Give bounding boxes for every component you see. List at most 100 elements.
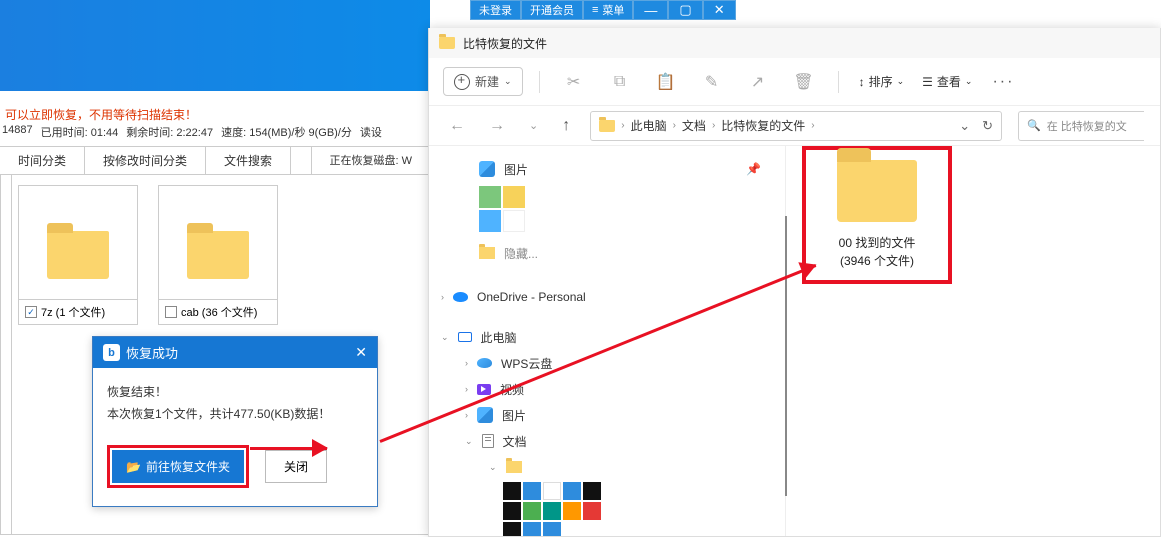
folder-icon — [187, 231, 249, 279]
explorer-titlebar: 比特恢复的文件 — [429, 28, 1160, 58]
goto-button-label: 前往恢复文件夹 — [146, 458, 230, 475]
refresh-icon[interactable]: ↻ — [982, 118, 993, 134]
dialog-title: 恢复成功 — [126, 343, 178, 362]
nav-label: 隐藏... — [504, 245, 538, 262]
nav-label: 图片 — [502, 407, 526, 424]
delete-icon[interactable]: 🗑 — [786, 64, 822, 100]
menu-label: 菜单 — [602, 2, 624, 18]
video-icon — [477, 384, 491, 395]
folder-icon — [439, 37, 455, 49]
nav-unnamed-folder[interactable]: ⌄ — [455, 454, 777, 480]
stat-scanned: 14887 — [2, 124, 33, 140]
nav-hidden-folder[interactable]: 隐藏... — [455, 240, 777, 266]
new-button[interactable]: 新建 ⌄ — [443, 67, 523, 96]
stat-remaining-label: 剩余时间: — [126, 127, 173, 139]
file-item-7z[interactable]: ✓ 7z (1 个文件) — [18, 185, 138, 325]
highlight-box: 📂前往恢复文件夹 — [107, 445, 249, 488]
sort-label: 排序 — [869, 73, 893, 90]
nav-wps[interactable]: ›WPS云盘 — [455, 350, 777, 376]
nav-images-2[interactable]: ›图片 — [455, 402, 777, 428]
item-count: (3946 个文件) — [810, 252, 944, 270]
tab-recovering-status: 正在恢复磁盘: W — [311, 147, 431, 174]
stats-bar: 14887 已用时间: 01:44 剩余时间: 2:22:47 速度: 154(… — [0, 124, 382, 140]
folder-icon — [479, 247, 495, 259]
explorer-nav-tree[interactable]: 图片📌 隐藏... ›OneDrive - Personal ⌄此电脑 ›WPS… — [429, 146, 786, 536]
not-logged-in-button[interactable]: 未登录 — [470, 0, 521, 20]
explorer-window: 比特恢复的文件 新建 ⌄ ✂ ⧉ 📋 ✎ ↗ 🗑 ↕ 排序 ⌄ ☰ 查看 ⌄ ·… — [428, 28, 1161, 537]
image-icon — [477, 407, 493, 423]
color-tiles — [503, 482, 777, 536]
checkbox-7z[interactable]: ✓ — [25, 306, 37, 318]
close-bg-button[interactable]: ✕ — [703, 0, 736, 20]
stat-speed-label: 速度: — [221, 127, 246, 139]
paste-icon[interactable]: 📋 — [648, 64, 684, 100]
nav-label: 图片 — [504, 161, 528, 178]
address-bar-row: ← → ⌄ ↑ › 此电脑 › 文档 › 比特恢复的文件 › ⌄ ↻ 🔍 在 比… — [429, 106, 1160, 146]
copy-icon[interactable]: ⧉ — [602, 64, 638, 100]
up-button[interactable]: ↑ — [558, 117, 574, 135]
dialog-summary-line: 本次恢复1个文件，共计477.50(KB)数据！ — [107, 404, 363, 426]
vip-button[interactable]: 开通会员 — [521, 0, 583, 20]
nav-images[interactable]: 图片 📌 — [455, 156, 777, 182]
breadcrumb-item[interactable]: 文档 — [682, 117, 706, 134]
dropdown-icon[interactable]: ⌄ — [959, 118, 970, 134]
view-button[interactable]: ☰ 查看 ⌄ — [918, 69, 976, 94]
cut-icon[interactable]: ✂ — [556, 64, 592, 100]
recovery-success-dialog: b 恢复成功 ✕ 恢复结束！ 本次恢复1个文件，共计477.50(KB)数据！ … — [92, 336, 378, 507]
view-icon: ☰ — [922, 75, 933, 89]
nav-docs[interactable]: ⌄文档 — [455, 428, 777, 454]
checkbox-cab[interactable] — [165, 306, 177, 318]
file-item-label: 7z (1 个文件) — [41, 304, 105, 320]
document-icon — [482, 434, 494, 448]
search-icon: 🔍 — [1027, 119, 1041, 132]
pin-icon[interactable]: 📌 — [746, 162, 761, 176]
warning-text: 可以立即恢复，不用等待扫描结束！ — [0, 106, 197, 123]
maximize-button[interactable]: ▢ — [668, 0, 702, 20]
minimize-button[interactable]: — — [633, 0, 668, 20]
view-label: 查看 — [937, 73, 961, 90]
window-title: 比特恢复的文件 — [463, 35, 547, 52]
stat-elapsed: 01:44 — [91, 127, 119, 139]
folder-icon — [47, 231, 109, 279]
stat-elapsed-label: 已用时间: — [41, 127, 88, 139]
new-button-label: 新建 — [475, 73, 499, 90]
image-icon — [479, 161, 495, 177]
breadcrumb[interactable]: › 此电脑 › 文档 › 比特恢复的文件 › ⌄ ↻ — [590, 111, 1002, 141]
breadcrumb-item[interactable]: 比特恢复的文件 — [721, 117, 805, 134]
folder-icon — [599, 120, 615, 132]
sort-icon: ↕ — [859, 75, 865, 89]
explorer-toolbar: 新建 ⌄ ✂ ⧉ 📋 ✎ ↗ 🗑 ↕ 排序 ⌄ ☰ 查看 ⌄ ··· — [429, 58, 1160, 106]
back-button[interactable]: ← — [445, 117, 469, 135]
forward-button[interactable]: → — [485, 117, 509, 135]
close-dialog-button[interactable]: ✕ — [355, 344, 367, 361]
sort-button[interactable]: ↕ 排序 ⌄ — [855, 69, 909, 94]
share-icon[interactable]: ↗ — [740, 64, 776, 100]
chevron-down-icon: ⌄ — [504, 76, 512, 87]
annotation-arrow — [250, 447, 327, 450]
tab-time-category[interactable]: 时间分类 — [0, 147, 85, 174]
onedrive-icon — [453, 292, 468, 302]
goto-recovery-folder-button[interactable]: 📂前往恢复文件夹 — [112, 450, 244, 483]
tab-file-search[interactable]: 文件搜索 — [206, 147, 291, 174]
chevron-right-icon: › — [811, 120, 814, 131]
chevron-down-icon: ⌄ — [965, 76, 973, 87]
more-options-button[interactable]: ··· — [986, 73, 1020, 91]
stat-speed: 154(MB)/秒 9(GB)/分 — [249, 127, 352, 139]
tab-modified-time[interactable]: 按修改时间分类 — [85, 147, 206, 174]
breadcrumb-item[interactable]: 此电脑 — [631, 117, 667, 134]
nav-label: OneDrive - Personal — [477, 290, 586, 304]
bg-tabs: 时间分类 按修改时间分类 文件搜索 正在恢复磁盘: W — [0, 146, 430, 175]
menu-button[interactable]: ≡菜单 — [583, 0, 633, 20]
pc-icon — [458, 332, 472, 342]
chevron-down-icon: ⌄ — [897, 76, 905, 87]
chevron-right-icon: › — [673, 120, 676, 131]
explorer-content-pane[interactable]: 00 找到的文件 (3946 个文件) — [786, 146, 1160, 536]
file-item-label: cab (36 个文件) — [181, 304, 257, 320]
nav-onedrive[interactable]: ›OneDrive - Personal — [455, 284, 777, 310]
chevron-down-icon[interactable]: ⌄ — [525, 119, 542, 132]
rename-icon[interactable]: ✎ — [694, 64, 730, 100]
recovered-folder-item[interactable]: 00 找到的文件 (3946 个文件) — [802, 146, 952, 284]
file-item-cab[interactable]: cab (36 个文件) — [158, 185, 278, 325]
item-name: 00 找到的文件 — [810, 234, 944, 252]
search-input[interactable]: 🔍 在 比特恢复的文 — [1018, 111, 1144, 141]
